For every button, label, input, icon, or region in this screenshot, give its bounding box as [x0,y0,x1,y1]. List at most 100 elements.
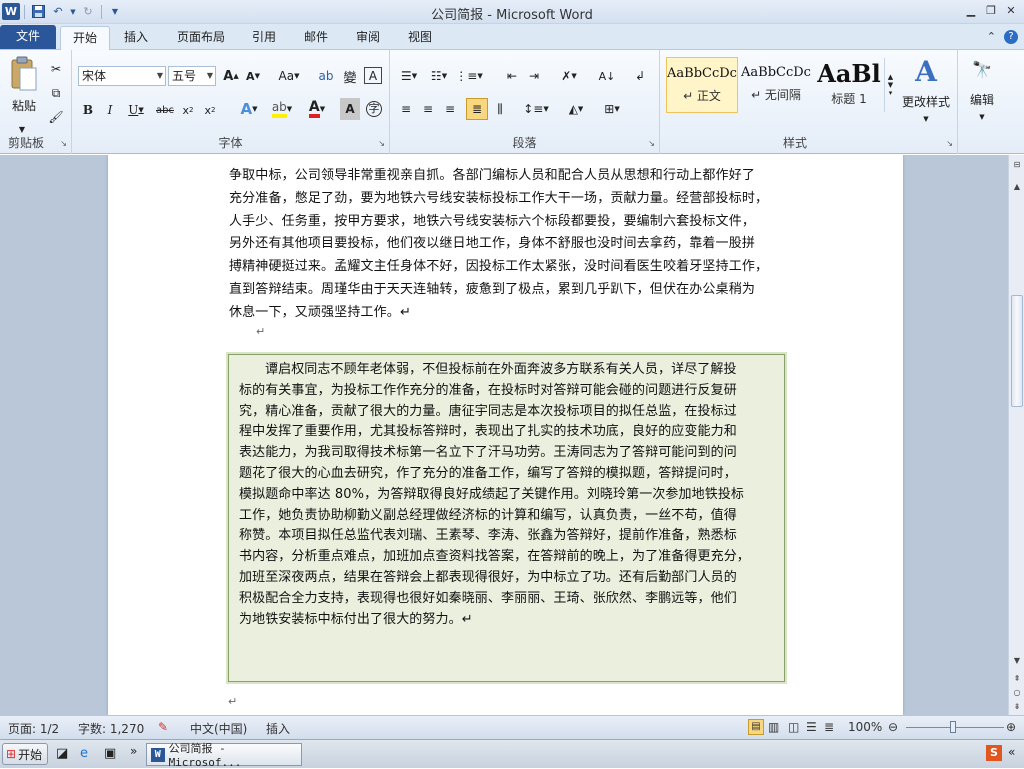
previous-page-icon[interactable]: ⇞ [1010,671,1024,685]
tab-review[interactable]: 审阅 [348,26,388,50]
tab-page-layout[interactable]: 页面布局 [170,26,232,50]
editing-dropdown-icon[interactable]: ▼ [972,106,992,128]
web-layout-icon[interactable]: ◫ [788,720,799,734]
desktop-icon[interactable]: ◪ [56,746,68,761]
justify-icon[interactable]: ≣ [466,98,488,120]
styles-launcher-icon[interactable]: ↘ [946,139,953,148]
ie-icon[interactable]: e [80,746,88,761]
align-right-icon[interactable]: ≡ [440,98,460,120]
highlight-icon[interactable]: ab ▼ [268,98,296,120]
copy-icon[interactable]: ⧉ [46,82,66,104]
tab-home[interactable]: 开始 [60,26,110,51]
grow-font-icon[interactable]: A ▲ [222,65,240,87]
subscript-icon[interactable]: x2 [178,99,198,121]
insert-mode[interactable]: 插入 [266,720,290,737]
document-page[interactable]: 争取中标，公司领导非常重视亲自抓。各部门编标人员和配合人员从思想和行动上都作好了… [108,155,903,715]
proofing-icon[interactable]: ✎ [158,720,168,734]
zoom-in-icon[interactable]: ⊕ [1006,720,1016,734]
underline-icon[interactable]: U ▼ [122,99,150,121]
styles-scroll[interactable]: ▲ ▼ ▾ [884,58,896,112]
scroll-thumb[interactable] [1011,295,1023,407]
binoculars-icon[interactable]: 🔭 [970,58,994,80]
paragraph-launcher-icon[interactable]: ↘ [648,139,655,148]
tab-references[interactable]: 引用 [244,26,284,50]
help-icon[interactable]: ? [1004,30,1018,44]
chevron-down-icon[interactable]: ▼ [157,67,163,85]
character-border-icon[interactable]: A [364,67,382,84]
paste-button[interactable]: 粘贴 [4,94,44,116]
paste-icon[interactable] [6,54,42,94]
quicklaunch-more-icon[interactable]: » [130,744,137,758]
superscript-icon[interactable]: x2 [200,99,220,121]
shading-icon[interactable]: ◭ ▼ [562,98,590,120]
language-indicator[interactable]: 中文(中国) [190,720,247,737]
zoom-level[interactable]: 100% [848,720,882,734]
scroll-down-icon[interactable]: ▼ [1010,653,1024,667]
align-left-icon[interactable]: ≡ [396,98,416,120]
tray-expand-icon[interactable]: « [1008,745,1015,759]
chinese-layout-icon[interactable]: ✗ ▼ [556,65,582,87]
select-browse-object-icon[interactable]: ○ [1010,685,1024,699]
zoom-slider-thumb[interactable] [950,721,956,733]
line-spacing-icon[interactable]: ↕≡ ▼ [522,98,550,120]
minimize-ribbon-icon[interactable]: ⌃ [987,30,996,44]
print-layout-icon[interactable]: ▤ [748,719,764,735]
word-count[interactable]: 字数: 1,270 [78,720,144,737]
increase-indent-icon[interactable]: ⇥ [524,65,544,87]
change-styles-icon[interactable]: A [898,55,954,88]
next-page-icon[interactable]: ⇟ [1010,699,1024,713]
strikethrough-icon[interactable]: abc [154,99,176,121]
font-size-combo[interactable]: 五号 ▼ [168,66,216,86]
text-effects-icon[interactable]: A ▼ [236,98,262,120]
text-box[interactable]: 谭启权同志不顾年老体弱，不但投标前在外面奔波多方联系有关人员，详尽了解投 标的有… [228,354,785,682]
paragraph-1[interactable]: 争取中标，公司领导非常重视亲自抓。各部门编标人员和配合人员从思想和行动上都作好了… [229,165,786,325]
format-painter-icon[interactable]: 🖌 [46,106,66,128]
bullets-icon[interactable]: ☰ ▼ [396,65,422,87]
restore-icon[interactable]: ❐ [982,2,1000,18]
multilevel-list-icon[interactable]: ⋮≡ ▼ [455,65,482,87]
bold-icon[interactable]: B [78,99,98,121]
style-normal[interactable]: AaBbCcDc ↵ 正文 [666,57,738,113]
italic-icon[interactable]: I [100,99,120,121]
start-button[interactable]: ⊞ 开始 [2,743,48,765]
change-case-icon[interactable]: Aa ▼ [276,65,302,87]
tab-insert[interactable]: 插入 [114,26,158,50]
style-no-spacing[interactable]: AaBbCcDc ↵ 无间隔 [740,57,812,113]
phonetic-guide-icon[interactable]: 變 [340,65,360,87]
clear-formatting-icon[interactable]: ab [316,65,336,87]
tab-file[interactable]: 文件 [0,25,56,49]
close-icon[interactable]: ✕ [1002,2,1020,18]
vertical-scrollbar[interactable]: ⊟ ▲ ▼ ⇞ ○ ⇟ [1008,155,1024,715]
clipboard-launcher-icon[interactable]: ↘ [60,139,67,148]
zoom-out-icon[interactable]: ⊖ [888,720,898,734]
shrink-font-icon[interactable]: A ▼ [244,65,262,87]
style-heading-1[interactable]: AaBl 标题 1 [814,57,884,113]
tab-view[interactable]: 视图 [400,26,440,50]
sort-icon[interactable]: A↓ [596,65,618,87]
ruler-toggle-icon[interactable]: ⊟ [1010,157,1024,171]
full-screen-reading-icon[interactable]: ▥ [768,720,779,734]
distributed-icon[interactable]: ⫼ [490,98,510,120]
change-styles-dropdown-icon[interactable]: ▼ [916,108,936,130]
tray-app-icon[interactable]: S [986,745,1002,761]
taskbar-word-task[interactable]: W 公司简报 - Microsof... [146,742,302,769]
page-count[interactable]: 页面: 1/2 [8,720,59,737]
font-launcher-icon[interactable]: ↘ [378,139,385,148]
text-box-paragraph[interactable]: 谭启权同志不顾年老体弱，不但投标前在外面奔波多方联系有关人员，详尽了解投 标的有… [239,360,774,630]
chevron-down-icon[interactable]: ▼ [207,67,213,85]
numbering-icon[interactable]: ☷ ▼ [426,65,452,87]
outline-icon[interactable]: ☰ [806,720,817,734]
scroll-up-icon[interactable]: ▲ [1010,179,1024,193]
draft-icon[interactable]: ≣ [824,720,834,734]
minimize-icon[interactable]: ▁ [962,2,980,18]
tab-mailings[interactable]: 邮件 [296,26,336,50]
cut-icon[interactable]: ✂ [46,58,66,80]
align-center-icon[interactable]: ≡ [418,98,438,120]
borders-icon[interactable]: ⊞ ▼ [598,98,626,120]
character-shading-icon[interactable]: A [340,98,360,120]
font-name-combo[interactable]: 宋体 ▼ [78,66,166,86]
enclose-characters-icon[interactable]: 字 [364,98,384,120]
media-icon[interactable]: ▣ [104,746,116,761]
decrease-indent-icon[interactable]: ⇤ [502,65,522,87]
show-marks-icon[interactable]: ↲ [630,65,650,87]
